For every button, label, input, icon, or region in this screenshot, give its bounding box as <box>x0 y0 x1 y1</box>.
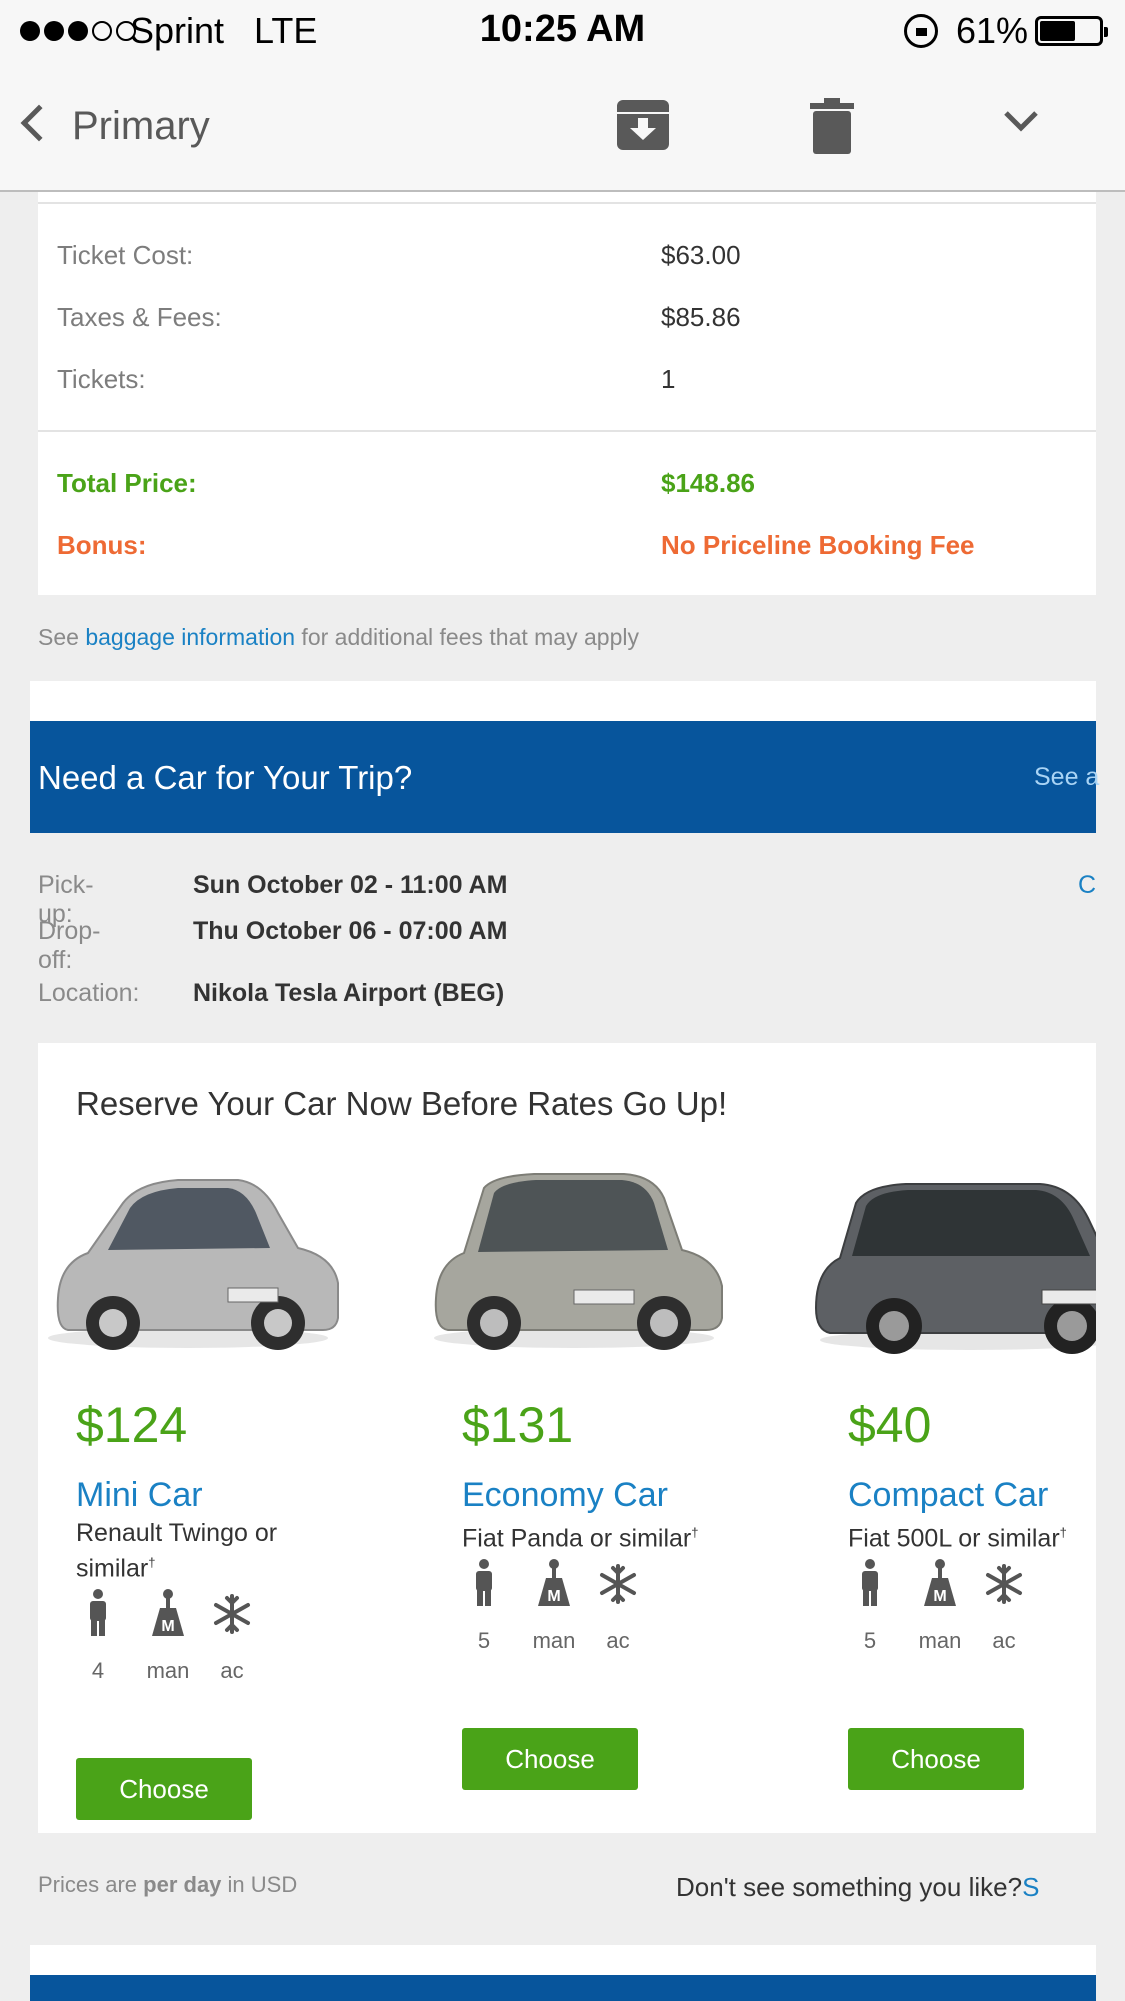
bonus-value: No Priceline Booking Fee <box>661 530 975 560</box>
car-features: M 5 man ac <box>848 1558 1048 1658</box>
divider <box>38 202 1096 204</box>
transmission-label: man <box>146 1658 190 1683</box>
search-more-link[interactable]: S <box>1022 1872 1039 1902</box>
taxes-label: Taxes & Fees: <box>57 302 222 332</box>
passenger-icon <box>476 1559 492 1606</box>
back-button[interactable]: Primary <box>72 104 210 149</box>
car-features: M 4 man ac <box>76 1588 276 1688</box>
ticket-cost-value: $63.00 <box>661 240 741 270</box>
ac-label: ac <box>220 1658 244 1683</box>
car-class-link[interactable]: Economy Car <box>462 1476 668 1515</box>
snowflake-icon <box>986 1564 1022 1604</box>
car-model: Renault Twingo or similar† <box>76 1518 336 1583</box>
total-price-label: Total Price: <box>57 468 197 498</box>
status-bar: Sprint LTE 10:25 AM 61% <box>0 0 1125 64</box>
next-section-header <box>30 1975 1096 2001</box>
dropoff-label: Drop-off: <box>38 917 101 974</box>
battery-icon <box>1035 16 1108 46</box>
section-spacer <box>30 1945 1096 1975</box>
passenger-count: 5 <box>863 1628 877 1653</box>
car-model: Fiat Panda or similar† <box>462 1518 762 1553</box>
car-model: Fiat 500L or similar† <box>848 1518 1096 1553</box>
svg-text:M: M <box>547 1588 560 1605</box>
svg-text:M: M <box>161 1618 174 1635</box>
dagger-mark: † <box>148 1555 156 1570</box>
manual-transmission-icon: M <box>152 1589 184 1636</box>
total-price-value: $148.86 <box>661 468 755 498</box>
location-value: Nikola Tesla Airport (BEG) <box>193 979 505 1007</box>
tickets-label: Tickets: <box>57 364 146 394</box>
car-class-link[interactable]: Mini Car <box>76 1476 203 1515</box>
car-offer: $124 Mini Car Renault Twingo or similar†… <box>38 1158 358 1820</box>
transmission-label: man <box>918 1628 962 1653</box>
manual-transmission-icon: M <box>924 1559 956 1606</box>
car-class-link[interactable]: Compact Car <box>848 1476 1048 1515</box>
dagger-mark: † <box>1059 1525 1067 1540</box>
car-section-header: Need a Car for Your Trip? See a <box>30 721 1099 833</box>
pickup-value: Sun October 02 - 11:00 AM <box>193 871 508 899</box>
ticket-cost-label: Ticket Cost: <box>57 240 194 270</box>
baggage-prefix: See <box>38 624 86 650</box>
snowflake-icon <box>214 1594 250 1634</box>
manual-transmission-icon: M <box>538 1559 570 1606</box>
change-link[interactable]: C <box>1078 871 1096 900</box>
ac-label: ac <box>606 1628 630 1653</box>
car-price: $131 <box>462 1397 574 1453</box>
see-all-link[interactable]: See a <box>1034 763 1099 792</box>
email-view: Sprint LTE 10:25 AM 61% Primary Ticket C… <box>0 0 1125 2001</box>
offers-title: Reserve Your Car Now Before Rates Go Up! <box>76 1085 728 1122</box>
passenger-icon <box>90 1589 106 1636</box>
trash-icon[interactable] <box>810 98 854 154</box>
choose-button[interactable]: Choose <box>848 1728 1024 1790</box>
car-model-text: Fiat Panda or similar <box>462 1524 692 1553</box>
prices-note-prefix: Prices are <box>38 1872 144 1897</box>
back-chevron-icon[interactable] <box>20 104 58 142</box>
chevron-down-icon[interactable] <box>1003 108 1039 134</box>
prices-note-suffix: in USD <box>221 1872 298 1897</box>
mail-toolbar: Primary <box>0 64 1125 192</box>
dont-see-text: Don't see something you like? <box>676 1872 1023 1902</box>
location-label: Location: <box>38 979 140 1007</box>
choose-button[interactable]: Choose <box>462 1728 638 1790</box>
rotation-lock-icon <box>904 14 938 48</box>
car-image[interactable] <box>424 1158 744 1358</box>
battery-percent: 61% <box>956 10 1029 51</box>
choose-button[interactable]: Choose <box>76 1758 252 1820</box>
tickets-value: 1 <box>661 364 676 394</box>
archive-icon[interactable] <box>616 98 670 152</box>
baggage-suffix: for additional fees that may apply <box>295 624 639 650</box>
dagger-mark: † <box>691 1525 699 1540</box>
bonus-label: Bonus: <box>57 530 147 560</box>
ac-label: ac <box>992 1628 1016 1653</box>
car-price: $40 <box>848 1397 932 1453</box>
divider <box>38 430 1096 432</box>
snowflake-icon <box>600 1564 636 1604</box>
prices-note-bold: per day <box>143 1872 222 1897</box>
dont-see-prompt: Don't see something you like?S <box>676 1872 1039 1903</box>
car-section-title: Need a Car for Your Trip? <box>38 759 413 796</box>
car-price: $124 <box>76 1397 188 1453</box>
car-image[interactable] <box>810 1158 1096 1358</box>
car-model-text: Renault Twingo or similar <box>76 1519 278 1583</box>
transmission-label: man <box>532 1628 576 1653</box>
price-summary-card: Ticket Cost: $63.00 Taxes & Fees: $85.86… <box>38 192 1096 595</box>
car-offers-card: Reserve Your Car Now Before Rates Go Up!… <box>38 1043 1096 1833</box>
passenger-count: 5 <box>477 1628 491 1653</box>
car-features: M 5 man ac <box>462 1558 662 1658</box>
car-model-text: Fiat 500L or similar <box>848 1524 1060 1553</box>
car-image[interactable] <box>38 1158 358 1358</box>
passenger-count: 4 <box>91 1658 105 1683</box>
car-offer: $40 Compact Car Fiat 500L or similar† M … <box>810 1158 1096 1790</box>
dropoff-value: Thu October 06 - 07:00 AM <box>193 917 508 945</box>
taxes-value: $85.86 <box>661 302 741 332</box>
svg-text:M: M <box>933 1588 946 1605</box>
car-offer: $131 Economy Car Fiat Panda or similar† … <box>424 1158 744 1790</box>
baggage-note: See baggage information for additional f… <box>38 624 639 651</box>
section-spacer <box>30 681 1096 721</box>
trip-details: Pick-up: Sun October 02 - 11:00 AM Drop-… <box>30 833 1096 1043</box>
baggage-info-link[interactable]: baggage information <box>85 624 295 650</box>
passenger-icon <box>862 1559 878 1606</box>
